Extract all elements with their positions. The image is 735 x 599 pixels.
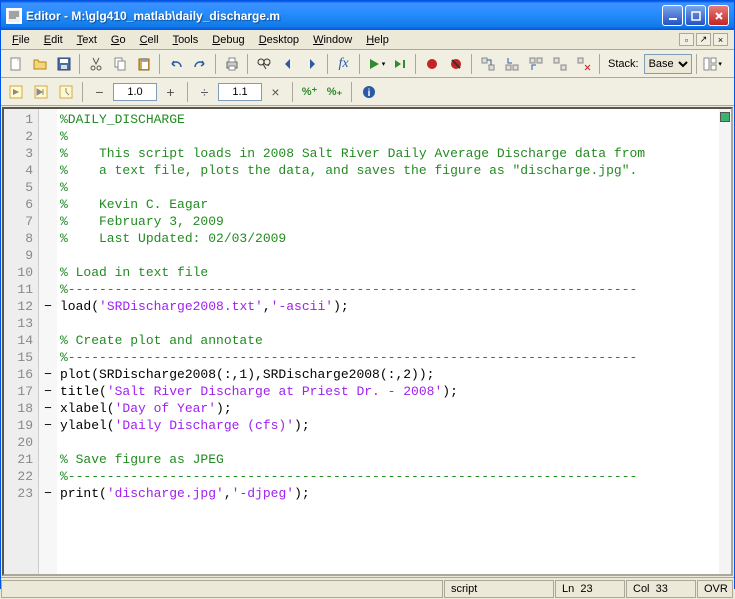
statusbar: script Ln 23 Col 33 OVR (1, 577, 734, 599)
cell-publish-icon[interactable] (54, 81, 77, 103)
menu-tools[interactable]: Tools (166, 32, 206, 48)
editor-area: 1234567891011121314151617181920212223 −−… (2, 107, 733, 576)
app-icon (6, 8, 22, 24)
menu-edit[interactable]: Edit (37, 32, 70, 48)
forward-icon[interactable] (300, 53, 323, 75)
cell-eval-icon[interactable] (4, 81, 27, 103)
window-controls (662, 5, 729, 26)
increment-icon[interactable]: + (159, 81, 182, 103)
mdi-dock-icon[interactable]: ▫ (679, 33, 694, 46)
continue-icon[interactable] (548, 53, 571, 75)
menu-desktop[interactable]: Desktop (252, 32, 306, 48)
run-advance-icon[interactable] (388, 53, 411, 75)
cell-toolbar: − + ÷ × %⁺ %₊ i (1, 78, 734, 106)
menu-debug[interactable]: Debug (205, 32, 251, 48)
copy-icon[interactable] (108, 53, 131, 75)
menu-window[interactable]: Window (306, 32, 359, 48)
code-analyzer-strip[interactable] (719, 109, 731, 574)
mdi-undock-icon[interactable]: ↗ (696, 33, 711, 46)
titlebar[interactable]: Editor - M:\glg410_matlab\daily_discharg… (1, 1, 734, 30)
maximize-button[interactable] (685, 5, 706, 26)
paste-icon[interactable] (132, 53, 155, 75)
function-icon[interactable]: fx (332, 53, 355, 75)
window-title: Editor - M:\glg410_matlab\daily_discharg… (26, 9, 662, 23)
cell-insert-below-icon[interactable]: %₊ (323, 81, 346, 103)
step-in-icon[interactable] (500, 53, 523, 75)
cut-icon[interactable] (84, 53, 107, 75)
save-icon[interactable] (52, 53, 75, 75)
back-icon[interactable] (276, 53, 299, 75)
print-icon[interactable] (220, 53, 243, 75)
open-file-icon[interactable] (28, 53, 51, 75)
close-button[interactable] (708, 5, 729, 26)
cell-eval-advance-icon[interactable] (29, 81, 52, 103)
divide-icon[interactable]: ÷ (193, 81, 216, 103)
menubar: FileEditTextGoCellToolsDebugDesktopWindo… (1, 30, 734, 50)
main-toolbar: fx ▾ Stack: Base ▾ (1, 50, 734, 78)
code-ok-indicator (720, 112, 730, 122)
cell-insert-above-icon[interactable]: %⁺ (298, 81, 321, 103)
find-icon[interactable] (252, 53, 275, 75)
minimize-button[interactable] (662, 5, 683, 26)
step-icon[interactable] (476, 53, 499, 75)
info-icon[interactable]: i (357, 81, 380, 103)
decrement-icon[interactable]: − (88, 81, 111, 103)
increment-value2-input[interactable] (218, 83, 262, 101)
new-file-icon[interactable] (4, 53, 27, 75)
menu-go[interactable]: Go (104, 32, 133, 48)
breakpoint-icon[interactable] (420, 53, 443, 75)
layout-icon[interactable]: ▾ (701, 53, 724, 75)
stack-label: Stack: (604, 58, 643, 70)
code-editor[interactable]: %DAILY_DISCHARGE%% This script loads in … (57, 109, 719, 574)
step-out-icon[interactable] (524, 53, 547, 75)
menu-file[interactable]: File (5, 32, 37, 48)
menu-cell[interactable]: Cell (133, 32, 166, 48)
menu-help[interactable]: Help (359, 32, 396, 48)
multiply-icon[interactable]: × (264, 81, 287, 103)
mdi-close-icon[interactable]: × (713, 33, 728, 46)
increment-value1-input[interactable] (113, 83, 157, 101)
line-number-gutter[interactable]: 1234567891011121314151617181920212223 (4, 109, 39, 574)
run-icon[interactable]: ▾ (364, 53, 387, 75)
redo-icon[interactable] (188, 53, 211, 75)
breakpoint-gutter[interactable]: −−−−−− (39, 109, 57, 574)
exit-debug-icon[interactable] (572, 53, 595, 75)
clear-breakpoint-icon[interactable] (444, 53, 467, 75)
svg-text:i: i (367, 88, 370, 99)
undo-icon[interactable] (164, 53, 187, 75)
stack-select[interactable]: Base (644, 54, 692, 74)
menubar-mdi-controls: ▫ ↗ × (679, 33, 730, 46)
menu-text[interactable]: Text (70, 32, 104, 48)
